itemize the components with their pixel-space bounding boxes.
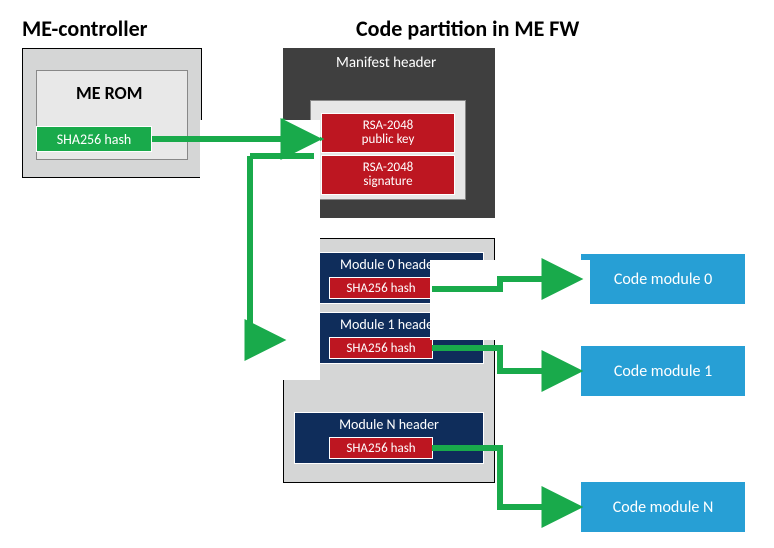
me-rom-label: ME ROM [76,82,142,104]
code-module-N: Code module N [581,482,745,532]
module0-hash: SHA256 hash [329,277,433,299]
code-module-0: Code module 0 [581,254,745,304]
module1-header: Module 1 header SHA256 hash [294,312,484,364]
code-module-1-label: Code module 1 [614,362,712,381]
moduleN-hash: SHA256 hash [329,437,433,459]
manifest-signature-text: RSA-2048 signature [363,161,414,190]
title-right: Code partition in ME FW [356,15,579,42]
arrow-manifest-to-modules [247,156,278,340]
manifest-signature: RSA-2048 signature [321,155,455,195]
me-rom-hash-text: SHA256 hash [57,131,132,148]
code-module-N-label: Code module N [613,498,714,517]
moduleN-header: Module N header SHA256 hash [294,412,484,464]
manifest-pubkey: RSA-2048 public key [321,113,455,153]
module1-hash-text: SHA256 hash [346,341,415,356]
module1-hash: SHA256 hash [329,337,433,359]
module0-header: Module 0 header SHA256 hash [294,252,484,304]
moduleN-header-label: Module N header [295,413,483,433]
module0-header-label: Module 0 header [295,253,483,273]
code-module-1: Code module 1 [581,346,745,396]
moduleN-hash-text: SHA256 hash [346,441,415,456]
manifest-title: Manifest header [336,54,436,72]
manifest-pubkey-text: RSA-2048 public key [362,119,415,148]
module1-header-label: Module 1 header [295,313,483,333]
title-left: ME-controller [22,15,148,42]
module0-hash-text: SHA256 hash [346,281,415,296]
me-rom-hash: SHA256 hash [36,126,152,152]
code-module-0-label: Code module 0 [614,270,712,289]
